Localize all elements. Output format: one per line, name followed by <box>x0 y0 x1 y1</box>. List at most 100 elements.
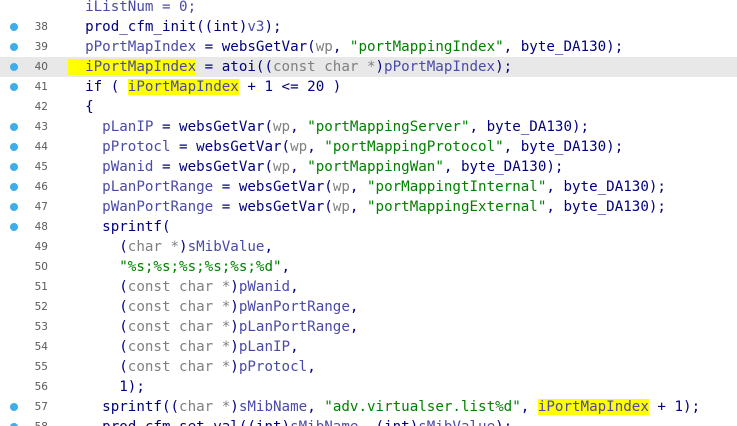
code-text: sprintf( <box>68 219 171 235</box>
identifier[interactable]: sMibName <box>239 399 307 415</box>
code-line[interactable]: 50 "%s;%s;%s;%s;%s;%d", <box>0 257 737 277</box>
identifier[interactable]: pLanPortRange <box>239 319 350 335</box>
breakpoint-dot-icon[interactable] <box>10 63 18 71</box>
code-content: pProtocl = websGetVar(wp, "portMappingPr… <box>68 137 623 157</box>
breakpoint-dot-icon[interactable] <box>10 203 18 211</box>
code-text: prod_cfm_set_val(( <box>68 419 256 426</box>
code-text: ( <box>68 359 128 375</box>
string-literal: "portMappingServer" <box>307 119 470 135</box>
code-line[interactable]: iListNum = 0; <box>0 0 737 17</box>
code-text: ) <box>230 399 239 415</box>
code-text: ) <box>375 59 385 75</box>
code-line[interactable]: 47 pWanPortRange = websGetVar(wp, "portM… <box>0 197 737 217</box>
identifier[interactable]: pProtocl <box>68 139 170 155</box>
code-line[interactable]: 56 1); <box>0 377 737 397</box>
code-line[interactable]: 51 (const char *)pWanid, <box>0 277 737 297</box>
pseudocode-editor[interactable]: iListNum = 0; 38 prod_cfm_init((int)v3); 3… <box>0 0 737 426</box>
string-literal: "portMappingProtocol" <box>324 139 504 155</box>
code-line[interactable]: 53 (const char *)pLanPortRange, <box>0 317 737 337</box>
identifier[interactable]: pWanPortRange <box>68 199 213 215</box>
code-line[interactable]: 42 { <box>0 97 737 117</box>
identifier[interactable]: pWanid <box>239 279 290 295</box>
string-literal: "porMappingtInternal" <box>367 179 547 195</box>
breakpoint-dot-icon[interactable] <box>10 163 18 171</box>
breakpoint-dot-icon[interactable] <box>10 143 18 151</box>
code-text: int <box>384 419 410 426</box>
code-content: pPortMapIndex = websGetVar(wp, "portMapp… <box>68 37 623 57</box>
code-line[interactable]: 44 pProtocl = websGetVar(wp, "portMappin… <box>0 137 737 157</box>
code-text: , byte_DA130); <box>503 139 624 155</box>
type-cast: const char * <box>273 59 376 75</box>
code-content: pLanPortRange = websGetVar(wp, "porMappi… <box>68 177 666 197</box>
highlighted-identifier[interactable]: iPortMapIndex <box>537 399 649 415</box>
code-content: (const char *)pProtocl, <box>68 357 316 377</box>
code-line[interactable]: 48 sprintf( <box>0 217 737 237</box>
string-literal: "portMappingWan" <box>307 159 444 175</box>
identifier[interactable]: pPortMapIndex <box>68 39 196 55</box>
identifier[interactable]: pPortMapIndex <box>384 59 495 75</box>
code-text: = websGetVar( <box>213 199 333 215</box>
code-line[interactable]: 41 if ( iPortMapIndex + 1 <= 20 ) <box>0 77 737 97</box>
line-number: 53 <box>34 321 48 333</box>
code-text: ( <box>68 339 128 355</box>
code-line[interactable]: 46 pLanPortRange = websGetVar(wp, "porMa… <box>0 177 737 197</box>
code-text: ) <box>282 419 291 426</box>
breakpoint-dot-icon[interactable] <box>10 123 18 131</box>
line-number: 55 <box>34 361 48 373</box>
code-text: ) <box>230 319 239 335</box>
string-literal: "adv.virtualser.list%d" <box>324 399 521 415</box>
breakpoint-dot-icon[interactable] <box>10 183 18 191</box>
identifier[interactable]: sMibValue <box>188 239 265 255</box>
line-number: 56 <box>34 381 48 393</box>
code-text: = websGetVar( <box>153 159 274 175</box>
identifier[interactable]: v3 <box>247 19 264 35</box>
code-text: , <box>290 159 308 175</box>
breakpoint-dot-icon[interactable] <box>10 23 18 31</box>
code-text: prod_cfm_init(( <box>68 19 214 35</box>
code-text: , byte_DA130); <box>503 39 624 55</box>
code-line[interactable]: 52 (const char *)pWanPortRange, <box>0 297 737 317</box>
identifier[interactable]: pProtocl <box>239 359 307 375</box>
code-line[interactable]: 49 (char *)sMibValue, <box>0 237 737 257</box>
line-number: 44 <box>34 141 48 153</box>
highlighted-identifier[interactable]: iPortMapIndex <box>68 59 197 75</box>
code-content: "%s;%s;%s;%s;%s;%d", <box>68 257 290 277</box>
code-text: ) <box>230 339 239 355</box>
breakpoint-dot-icon[interactable] <box>10 403 18 411</box>
code-line[interactable]: 57 sprintf((char *)sMibName, "adv.virtua… <box>0 397 737 417</box>
string-literal: "portMappingIndex" <box>349 39 504 55</box>
code-content: sprintf((char *)sMibName, "adv.virtualse… <box>68 397 700 417</box>
identifier[interactable]: sMibName <box>290 419 358 426</box>
breakpoint-dot-icon[interactable] <box>10 43 18 51</box>
identifier[interactable]: pLanIP <box>239 339 290 355</box>
line-number: 58 <box>22 417 48 426</box>
breakpoint-dot-icon[interactable] <box>10 83 18 91</box>
highlighted-identifier[interactable]: iPortMapIndex <box>127 79 239 95</box>
code-line[interactable]: 58 prod_cfm_set_val((int)sMibName, (int)… <box>0 417 737 426</box>
code-line[interactable]: 54 (const char *)pLanIP, <box>0 337 737 357</box>
code-line[interactable]: 39 pPortMapIndex = websGetVar(wp, "portM… <box>0 37 737 57</box>
code-line[interactable]: 43 pLanIP = websGetVar(wp, "portMappingS… <box>0 117 737 137</box>
type-cast: char * <box>127 239 180 255</box>
identifier[interactable]: pLanIP <box>68 119 153 135</box>
code-line[interactable]: 40 iPortMapIndex = atoi((const char *)pP… <box>0 57 737 77</box>
identifier[interactable]: pLanPortRange <box>68 179 213 195</box>
code-text: int <box>256 419 282 426</box>
identifier[interactable]: pWanid <box>68 159 153 175</box>
code-content: pLanIP = websGetVar(wp, "portMappingServ… <box>68 117 589 137</box>
code-line[interactable]: 38 prod_cfm_init((int)v3); <box>0 17 737 37</box>
line-number: 39 <box>34 41 48 53</box>
code-line[interactable]: 55 (const char *)pProtocl, <box>0 357 737 377</box>
code-text: ) <box>230 279 239 295</box>
breakpoint-dot-icon[interactable] <box>10 223 18 231</box>
code-content: prod_cfm_set_val((int)sMibName, (int)sMi… <box>68 417 512 426</box>
code-text: = websGetVar( <box>170 139 291 155</box>
code-content: (const char *)pLanPortRange, <box>68 317 358 337</box>
type-cast: const char * <box>127 319 231 335</box>
line-number: 45 <box>34 161 48 173</box>
identifier[interactable]: pWanPortRange <box>239 299 350 315</box>
code-line[interactable]: 45 pWanid = websGetVar(wp, "portMappingW… <box>0 157 737 177</box>
identifier[interactable]: sMibValue <box>418 419 495 426</box>
code-content: { <box>68 97 94 117</box>
identifier[interactable]: iListNum = 0; <box>68 0 196 15</box>
